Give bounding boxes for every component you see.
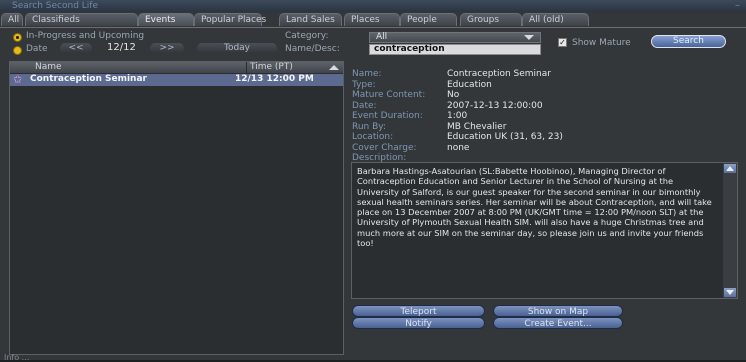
date-radio[interactable] [13, 46, 22, 55]
detail-mature-label: Mature Content: [352, 90, 426, 100]
detail-date-value: 2007-12-13 12:00:00 [447, 100, 543, 111]
column-divider [246, 62, 247, 73]
detail-runby-value: MB Chevalier [447, 121, 507, 132]
scroll-down-button[interactable] [724, 288, 736, 297]
list-header: Name Time (PT) [10, 62, 343, 73]
date-value: 12/12 [107, 42, 136, 53]
detail-name-value: Contraception Seminar [447, 69, 551, 79]
tab-places[interactable]: Places [344, 13, 400, 26]
column-time-header[interactable]: Time (PT) [250, 62, 293, 73]
scroll-down-icon [726, 290, 734, 295]
description-scrollbar[interactable] [723, 163, 737, 298]
chevron-down-icon [524, 35, 534, 40]
search-button[interactable]: Search [651, 35, 726, 48]
tab-people[interactable]: People [400, 13, 457, 26]
date-label: Date [26, 44, 48, 54]
detail-cover-value: none [447, 142, 470, 153]
detail-cover-label: Cover Charge: [352, 142, 417, 153]
in-progress-label: In-Progress and Upcoming [26, 31, 145, 41]
today-button[interactable]: Today [197, 43, 277, 53]
prev-date-button[interactable]: << [60, 43, 92, 53]
star-icon: ✩ [13, 73, 23, 86]
detail-type-label: Type: [352, 79, 376, 90]
tab-popular-places[interactable]: Popular Places [194, 13, 266, 26]
show-mature-label: Show Mature [572, 38, 631, 48]
detail-runby-label: Run By: [352, 121, 386, 132]
detail-date-label: Date: [352, 100, 377, 111]
notify-button[interactable]: Notify [352, 317, 485, 329]
detail-location-label: Location: [352, 132, 394, 142]
name-desc-label: Name/Desc: [285, 44, 340, 54]
tab-classifieds[interactable]: Classifieds [25, 13, 138, 26]
category-label: Category: [285, 31, 329, 41]
tab-all-old[interactable]: All (old) [522, 13, 589, 26]
event-name-cell: Contraception Seminar [30, 74, 147, 84]
detail-type-value: Education [447, 79, 492, 90]
create-event-button[interactable]: Create Event... [493, 317, 623, 329]
detail-location-value: Education UK (31, 63, 23) [447, 132, 563, 142]
detail-duration-value: 1:00 [447, 111, 468, 121]
next-date-button[interactable]: >> [150, 43, 184, 53]
scroll-up-icon [726, 166, 734, 171]
detail-mature-value: No [447, 90, 460, 100]
scroll-up-button[interactable] [724, 164, 736, 173]
category-dropdown[interactable]: All [369, 32, 541, 43]
tab-all[interactable]: All [1, 13, 23, 26]
title-bar[interactable]: Search Second Life – [0, 0, 746, 12]
in-progress-radio[interactable] [13, 33, 22, 42]
category-value: All [376, 32, 388, 42]
status-text: Info ... [4, 353, 30, 362]
tab-land-sales[interactable]: Land Sales [279, 13, 342, 26]
tab-groups[interactable]: Groups [460, 13, 522, 26]
sort-ascending-icon[interactable] [329, 65, 339, 70]
detail-name-label: Name: [352, 69, 382, 79]
column-name-header[interactable]: Name [35, 62, 62, 73]
search-window: Search Second Life – All Classifieds Eve… [0, 0, 746, 362]
results-list: Name Time (PT) ✩ Contraception Seminar 1… [9, 61, 344, 355]
description-text: Barbara Hastings-Asatourian (SL:Babette … [357, 166, 712, 249]
description-box[interactable]: Barbara Hastings-Asatourian (SL:Babette … [351, 162, 738, 299]
tab-events[interactable]: Events [138, 13, 194, 26]
event-time-cell: 12/13 12:00 PM [235, 74, 314, 84]
minimize-icon[interactable]: – [735, 0, 740, 12]
table-row[interactable]: ✩ Contraception Seminar 12/13 12:00 PM [10, 74, 343, 86]
show-mature-checkbox[interactable]: ✓ [558, 38, 567, 47]
name-desc-input[interactable]: contraception [369, 44, 541, 55]
show-on-map-button[interactable]: Show on Map [493, 305, 623, 317]
teleport-button[interactable]: Teleport [352, 305, 485, 317]
detail-duration-label: Event Duration: [352, 111, 423, 121]
tab-divider [0, 27, 746, 28]
tab-bar: All Classifieds Events Popular Places La… [0, 13, 746, 27]
window-title: Search Second Life [12, 1, 98, 11]
